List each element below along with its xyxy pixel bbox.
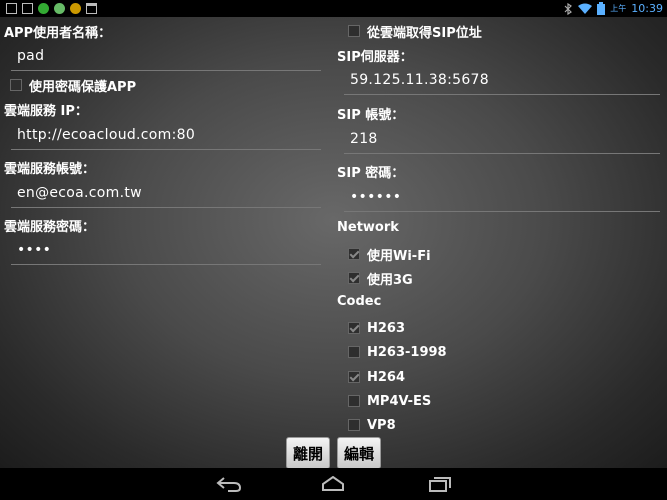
sip-server-value: 59.125.11.38:5678 xyxy=(350,72,489,88)
notification-emoji-icon xyxy=(70,3,81,14)
sip-server-label: SIP伺服器： xyxy=(337,50,413,65)
codec-label: Codec xyxy=(337,294,382,309)
edit-button[interactable]: 編輯 xyxy=(337,437,381,469)
status-bar: 上午 10:39 xyxy=(0,0,667,17)
cloud-password-field[interactable]: •••• xyxy=(11,235,321,265)
notification-image-icon xyxy=(6,3,17,14)
h264-label: H264 xyxy=(367,369,406,385)
app-user-field[interactable]: pad xyxy=(11,41,321,71)
leave-button[interactable]: 離開 xyxy=(286,437,330,469)
bluetooth-icon xyxy=(564,2,573,15)
codec-option-h263-1998[interactable]: H263-1998 xyxy=(348,343,447,361)
sip-password-label: SIP 密碼： xyxy=(337,166,405,181)
codec-option-h264[interactable]: H264 xyxy=(348,368,405,386)
wifi-icon xyxy=(578,3,593,14)
h263-label: H263 xyxy=(367,320,406,336)
get-sip-checkbox[interactable] xyxy=(348,25,360,37)
get-sip-label: 從雲端取得SIP位址 xyxy=(367,25,482,41)
sip-server-field[interactable]: 59.125.11.38:5678 xyxy=(344,65,660,95)
notification-icons xyxy=(0,0,97,17)
wifi-label: 使用Wi-Fi xyxy=(367,248,431,264)
settings-panel: APP使用者名稱： pad 使用密碼保護APP 雲端服務 IP： http://… xyxy=(0,17,667,469)
notification-chat-icon xyxy=(54,3,65,14)
mp4v-es-checkbox[interactable] xyxy=(348,395,360,407)
protect-app-checkbox[interactable] xyxy=(10,79,22,91)
vp8-label: VP8 xyxy=(367,417,396,433)
cloud-ip-label: 雲端服務 IP： xyxy=(4,104,88,119)
sip-account-field[interactable]: 218 xyxy=(344,124,660,154)
cloud-ip-field[interactable]: http://ecoacloud.com:80 xyxy=(11,120,321,150)
navigation-bar xyxy=(0,468,667,500)
h263-checkbox[interactable] xyxy=(348,322,360,334)
sip-password-value: •••••• xyxy=(350,189,402,205)
network-option-3g[interactable]: 使用3G xyxy=(348,269,413,288)
get-sip-checkbox-row[interactable]: 從雲端取得SIP位址 xyxy=(348,22,482,41)
codec-option-mp4v-es[interactable]: MP4V-ES xyxy=(348,392,431,410)
mp4v-es-label: MP4V-ES xyxy=(367,393,432,409)
home-icon[interactable] xyxy=(320,476,346,492)
recents-icon[interactable] xyxy=(427,476,453,492)
h264-checkbox[interactable] xyxy=(348,371,360,383)
back-icon[interactable] xyxy=(216,476,242,492)
cloud-account-value: en@ecoa.com.tw xyxy=(17,185,142,201)
app-user-value: pad xyxy=(17,48,45,64)
protect-app-label: 使用密碼保護APP xyxy=(29,79,137,95)
codec-option-h263[interactable]: H263 xyxy=(348,319,405,337)
app-user-label: APP使用者名稱： xyxy=(4,26,112,41)
clock: 10:39 xyxy=(631,2,663,15)
system-status: 上午 10:39 xyxy=(563,0,663,17)
wifi-checkbox[interactable] xyxy=(348,248,360,260)
vp8-checkbox[interactable] xyxy=(348,419,360,431)
notification-briefcase-icon xyxy=(86,3,97,14)
3g-label: 使用3G xyxy=(367,272,413,288)
sip-account-label: SIP 帳號： xyxy=(337,108,405,123)
cloud-account-field[interactable]: en@ecoa.com.tw xyxy=(11,178,321,208)
ampm-label: 上午 xyxy=(610,4,627,13)
sip-password-field[interactable]: •••••• xyxy=(344,182,660,212)
cloud-password-value: •••• xyxy=(17,242,52,258)
codec-option-vp8[interactable]: VP8 xyxy=(348,416,396,434)
3g-checkbox[interactable] xyxy=(348,272,360,284)
notification-gallery-icon xyxy=(22,3,33,14)
sip-account-value: 218 xyxy=(350,131,378,147)
cloud-ip-value: http://ecoacloud.com:80 xyxy=(17,127,196,143)
notification-app-icon xyxy=(38,3,49,14)
network-option-wifi[interactable]: 使用Wi-Fi xyxy=(348,245,431,264)
network-label: Network xyxy=(337,220,399,235)
protect-app-checkbox-row[interactable]: 使用密碼保護APP xyxy=(10,76,137,95)
cloud-password-label: 雲端服務密碼： xyxy=(4,220,96,235)
h263-1998-label: H263-1998 xyxy=(367,344,447,360)
cloud-account-label: 雲端服務帳號： xyxy=(4,162,96,177)
h263-1998-checkbox[interactable] xyxy=(348,346,360,358)
battery-icon xyxy=(597,2,606,15)
